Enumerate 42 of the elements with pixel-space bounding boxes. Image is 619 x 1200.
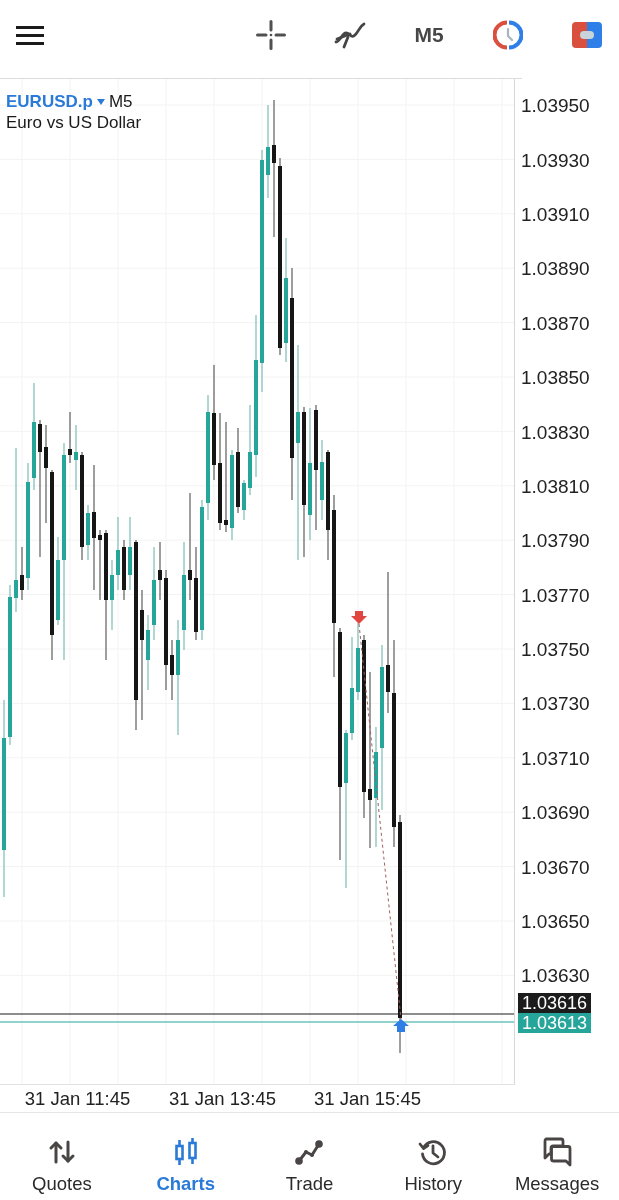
price-tag: 1.03613 [518,1013,592,1033]
line-chart-icon [294,1137,325,1167]
price-axis-label: 1.03750 [520,639,590,662]
price-axis-label: 1.03910 [520,203,590,226]
nav-tab[interactable]: Messages [495,1113,619,1200]
split-tile-icon [572,22,602,48]
price-axis-label: 1.03710 [520,747,590,770]
symbol-description: Euro vs US Dollar [6,112,142,133]
time-axis-label: 31 Jan 11:45 [24,1087,131,1110]
symbol-label[interactable]: EURUSD.p [6,91,93,112]
nav-tab[interactable]: Trade [247,1113,372,1200]
price-axis-label: 1.03830 [520,421,590,444]
price-axis-label: 1.03690 [520,802,590,825]
nav-tab[interactable]: Charts [123,1113,248,1200]
price-axis-label: 1.03810 [520,475,590,498]
price-tag: 1.03616 [518,993,592,1013]
up-arrow-icon [393,1019,409,1032]
nav-tab[interactable]: History [371,1113,496,1200]
timeframe-button[interactable]: M5 [397,10,461,60]
down-arrow-icon [351,611,367,624]
crosshair-icon [256,20,286,50]
timeframe-label: M5 [108,91,133,112]
menu-icon [16,25,44,45]
price-axis-label: 1.03650 [520,911,590,934]
price-axis-label: 1.03890 [520,258,590,281]
price-axis-label: 1.03630 [520,965,590,988]
nav-tab[interactable]: Quotes [0,1113,124,1200]
price-axis-label: 1.03950 [520,95,590,118]
price-axis-label: 1.03930 [520,149,590,172]
time-axis-label: 31 Jan 15:45 [314,1087,421,1110]
chat-bubbles-icon [542,1137,573,1167]
time-axis-label: 31 Jan 13:45 [169,1087,276,1110]
price-axis-label: 1.03790 [520,530,590,553]
history-icon [418,1137,449,1167]
price-axis-label: 1.03670 [520,856,590,879]
price-axis-label: 1.03870 [520,312,590,335]
price-axis-label: 1.03850 [520,367,590,390]
price-axis-label: 1.03770 [520,584,590,607]
wave-icon [334,21,366,49]
price-axis-label: 1.03730 [520,693,590,716]
caret-icon[interactable] [96,98,105,105]
clock-icon [493,20,523,50]
